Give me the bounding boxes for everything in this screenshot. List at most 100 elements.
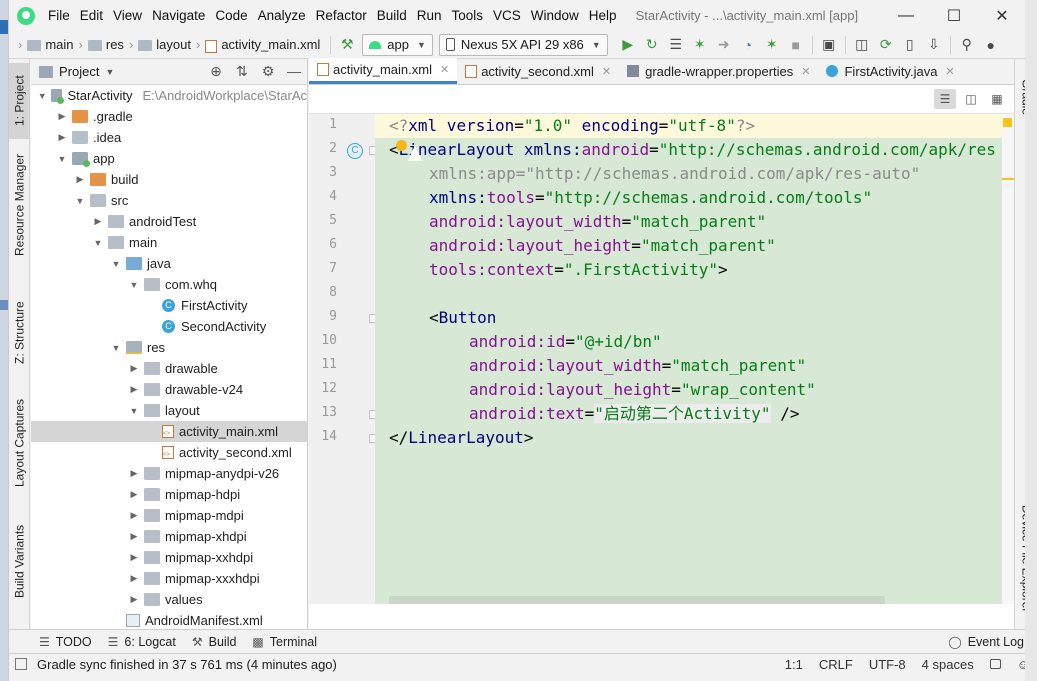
tool-tab-logcat[interactable]: ☰ 6: Logcat — [100, 635, 184, 649]
file-encoding[interactable]: UTF-8 — [869, 657, 906, 672]
breadcrumb-res[interactable]: res — [106, 37, 124, 52]
menu-help[interactable]: Help — [584, 0, 622, 31]
tree-item[interactable]: ▶ values — [31, 589, 307, 610]
minimize-button[interactable]: — — [882, 0, 930, 31]
menu-refactor[interactable]: Refactor — [311, 0, 372, 31]
tree-item[interactable]: ▶ drawable-v24 — [31, 379, 307, 400]
tree-item[interactable]: ▶ .gradle — [31, 106, 307, 127]
tree-item[interactable]: ▶ mipmap-hdpi — [31, 484, 307, 505]
tree-item[interactable]: C FirstActivity — [31, 295, 307, 316]
make-project-hammer-icon[interactable]: ⚒ — [336, 34, 358, 56]
chevron-down-icon[interactable]: ▼ — [127, 280, 141, 290]
search-icon[interactable]: ⚲ — [956, 34, 978, 56]
code-mode-icon[interactable]: ☰ — [934, 89, 956, 109]
breadcrumb-file[interactable]: activity_main.xml — [221, 37, 320, 52]
design-mode-icon[interactable]: ▦ — [986, 89, 1008, 109]
tool-tab-todo[interactable]: ☰ TODO — [31, 635, 100, 649]
sdk-manager-icon[interactable]: ⇩ — [923, 34, 945, 56]
breadcrumb-main[interactable]: main — [45, 37, 73, 52]
menu-tools[interactable]: Tools — [447, 0, 489, 31]
menu-file[interactable]: File — [43, 0, 75, 31]
project-view-select[interactable]: Project — [59, 64, 99, 79]
attach-debugger-icon[interactable]: ➜ — [713, 34, 735, 56]
editor-error-stripe[interactable] — [1002, 114, 1014, 604]
chevron-right-icon[interactable]: ▶ — [73, 174, 87, 185]
tool-tab-terminal[interactable]: ▩ Terminal — [244, 635, 325, 649]
menu-edit[interactable]: Edit — [75, 0, 108, 31]
tool-tab-project[interactable]: 1: Project — [9, 63, 30, 139]
split-mode-icon[interactable]: ◫ — [960, 89, 982, 109]
tool-tab-build-variants[interactable]: Build Variants — [9, 519, 30, 603]
tab-activity-second[interactable]: activity_second.xml ✕ — [457, 58, 619, 84]
warning-stripe-mark[interactable] — [1002, 178, 1014, 180]
tool-tab-event-log[interactable]: ◯ Event Log — [940, 635, 1032, 649]
tree-item[interactable]: ▶ mipmap-xxxhdpi — [31, 568, 307, 589]
horizontal-scrollbar[interactable] — [389, 596, 885, 604]
chevron-right-icon[interactable]: ▶ — [91, 216, 105, 227]
project-structure-icon[interactable]: ▣ — [818, 34, 840, 56]
avd-manager-icon[interactable]: ▯ — [899, 34, 921, 56]
indent-setting[interactable]: 4 spaces — [922, 657, 974, 672]
chevron-down-icon[interactable]: ▼ — [127, 406, 141, 416]
chevron-down-icon[interactable]: ▼ — [55, 154, 69, 164]
tree-item[interactable]: ▼ StarActivity E:\AndroidWorkplace\StarA… — [31, 85, 307, 106]
chevron-down-icon[interactable]: ▼ — [105, 67, 114, 77]
close-button[interactable]: ✕ — [978, 0, 1026, 31]
run-config-select[interactable]: app ▼ — [362, 33, 433, 56]
tree-item[interactable]: ▶ mipmap-xhdpi — [31, 526, 307, 547]
menu-run[interactable]: Run — [412, 0, 447, 31]
tree-item[interactable]: AndroidManifest.xml — [31, 610, 307, 631]
close-tab-icon[interactable]: ✕ — [801, 65, 810, 78]
chevron-right-icon[interactable]: ▶ — [127, 573, 141, 584]
menu-code[interactable]: Code — [210, 0, 252, 31]
menu-vcs[interactable]: VCS — [488, 0, 526, 31]
tab-first-activity[interactable]: FirstActivity.java ✕ — [818, 58, 962, 84]
run-icon[interactable]: ▶ — [617, 34, 639, 56]
tree-item[interactable]: ▼ res — [31, 337, 307, 358]
tree-item[interactable]: ▶ .idea — [31, 127, 307, 148]
apply-code-changes-icon[interactable]: ☰ — [665, 34, 687, 56]
tree-item[interactable]: ▶ build — [31, 169, 307, 190]
tree-item[interactable]: ▼ com.whq — [31, 274, 307, 295]
chevron-right-icon[interactable]: ▶ — [55, 111, 69, 122]
sync-gradle-icon[interactable]: ◫ — [851, 34, 873, 56]
chevron-right-icon[interactable]: ▶ — [127, 510, 141, 521]
tree-item[interactable]: ▶ mipmap-xxhdpi — [31, 547, 307, 568]
tree-item[interactable]: ▼ layout — [31, 400, 307, 421]
tool-tab-build[interactable]: ⚒ Build — [184, 635, 245, 649]
gear-icon[interactable]: ⚙ — [255, 63, 281, 80]
tree-item[interactable]: C SecondActivity — [31, 316, 307, 337]
collapse-all-icon[interactable]: ⇅ — [229, 63, 255, 80]
close-tab-icon[interactable]: ✕ — [440, 63, 449, 76]
stop-icon[interactable]: ■ — [785, 34, 807, 56]
code-editor[interactable]: <?xml version="1.0" encoding="utf-8"?> <… — [375, 114, 1002, 604]
apply-changes-icon[interactable]: ↻ — [641, 34, 663, 56]
breadcrumb-layout[interactable]: layout — [156, 37, 191, 52]
menu-window[interactable]: Window — [526, 0, 584, 31]
tree-item[interactable]: ▼ src — [31, 190, 307, 211]
hide-panel-icon[interactable]: — — [281, 63, 307, 80]
tree-item[interactable]: ▶ mipmap-anydpi-v26 — [31, 463, 307, 484]
close-tab-icon[interactable]: ✕ — [945, 65, 954, 78]
chevron-down-icon[interactable]: ▼ — [109, 259, 123, 269]
chevron-right-icon[interactable]: ▶ — [127, 468, 141, 479]
status-message[interactable]: Gradle sync finished in 37 s 761 ms (4 m… — [37, 657, 337, 672]
chevron-right-icon[interactable]: ▶ — [127, 489, 141, 500]
maximize-button[interactable]: ☐ — [930, 0, 978, 31]
chevron-right-icon[interactable]: ▶ — [55, 132, 69, 143]
tree-item[interactable]: ▼ java — [31, 253, 307, 274]
chevron-right-icon[interactable]: ▶ — [127, 384, 141, 395]
device-select[interactable]: Nexus 5X API 29 x86 ▼ — [438, 33, 608, 56]
tool-tab-structure[interactable]: Z: Structure — [9, 291, 30, 375]
profile-icon[interactable]: ◔ — [737, 34, 759, 56]
debug-icon[interactable]: ✶ — [689, 34, 711, 56]
chevron-right-icon[interactable]: ▶ — [127, 363, 141, 374]
chevron-right-icon[interactable]: ▶ — [127, 594, 141, 605]
menu-view[interactable]: View — [108, 0, 147, 31]
account-icon[interactable]: ● — [980, 34, 1002, 56]
toggle-tool-windows-icon[interactable] — [15, 658, 27, 670]
related-class-icon[interactable]: C — [347, 143, 363, 159]
debug-attach-icon[interactable]: ✶ — [761, 34, 783, 56]
tree-item-selected[interactable]: activity_main.xml — [31, 421, 307, 442]
line-separator[interactable]: CRLF — [819, 657, 853, 672]
